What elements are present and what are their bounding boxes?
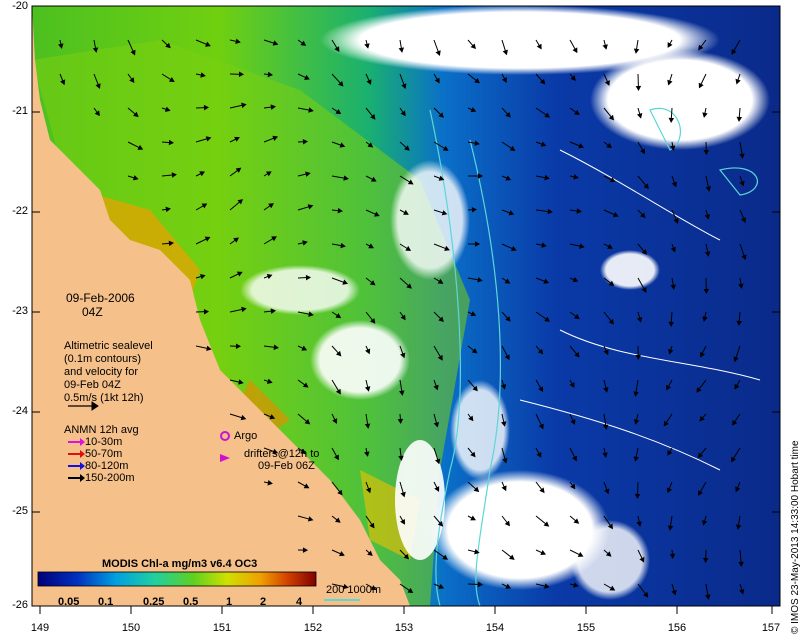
anmn-legend-item: 10-30m xyxy=(68,436,122,448)
lon-label: 154 xyxy=(485,622,505,634)
chlorophyll-map xyxy=(31,5,781,614)
lat-label: -26 xyxy=(12,599,28,611)
anmn-legend-label: 50-70m xyxy=(85,448,123,460)
lat-label: -20 xyxy=(12,0,28,12)
lon-label: 157 xyxy=(761,622,781,634)
altimetry-note-line: (0.1m contours) xyxy=(64,353,142,365)
colorbar-tick: 0.25 xyxy=(143,596,165,608)
colorbar-tick: 2 xyxy=(260,596,267,608)
drifters-label: 09-Feb 06Z xyxy=(258,460,315,472)
lon-label: 151 xyxy=(212,622,232,634)
colorbar-tick: 4 xyxy=(296,596,303,608)
colorbar-tick: 0.1 xyxy=(98,596,114,608)
anmn-legend-label: 10-30m xyxy=(85,436,123,448)
altimetry-note-line: 09-Feb 04Z xyxy=(64,379,121,391)
anmn-legend-item: 50-70m xyxy=(68,448,122,460)
anmn-legend-label: 80-120m xyxy=(85,460,129,472)
anmn-legend-label: 150-200m xyxy=(85,472,135,484)
anmn-legend-item: 150-200m xyxy=(68,472,135,484)
lat-label: -23 xyxy=(12,305,28,317)
colorbar-tick: 0.05 xyxy=(58,596,80,608)
colorbar-title: MODIS Chl-a mg/m3 v6.4 OC3 xyxy=(102,558,258,570)
lat-label: -21 xyxy=(12,105,28,117)
altimetry-note-line: Altimetric sealevel xyxy=(64,340,153,352)
colorbar-tick: 0.5 xyxy=(183,596,199,608)
lat-label: -25 xyxy=(12,505,28,517)
lon-label: 150 xyxy=(121,622,141,634)
lon-label: 149 xyxy=(30,622,50,634)
lon-label: 155 xyxy=(576,622,596,634)
lat-label: -24 xyxy=(12,405,28,417)
arrow-icon xyxy=(68,474,85,483)
lon-label: 152 xyxy=(303,622,323,634)
altimetry-note-line: 0.5m/s (1kt 12h) xyxy=(64,392,144,404)
lat-label: -22 xyxy=(12,205,28,217)
arrow-icon xyxy=(68,438,85,447)
lon-label: 156 xyxy=(667,622,687,634)
arrow-icon xyxy=(68,450,85,459)
colorbar-tick: 1 xyxy=(226,596,233,608)
map-time: 04Z xyxy=(82,305,103,319)
credit-text: © IMOS 23-May-2013 14:33:00 Hobart time xyxy=(790,440,800,634)
anmn-legend-item: 80-120m xyxy=(68,460,128,472)
colorbar xyxy=(37,571,317,587)
altimetry-note-line: and velocity for xyxy=(64,366,138,378)
map-figure: { "map": { "date": "09-Feb-2006", "time"… xyxy=(0,0,800,640)
argo-label: Argo xyxy=(234,430,258,442)
lon-label: 153 xyxy=(394,622,414,634)
map-date: 09-Feb-2006 xyxy=(66,291,135,305)
depth-legend-label: 200 1000m xyxy=(326,584,382,596)
arrow-icon xyxy=(68,462,85,471)
